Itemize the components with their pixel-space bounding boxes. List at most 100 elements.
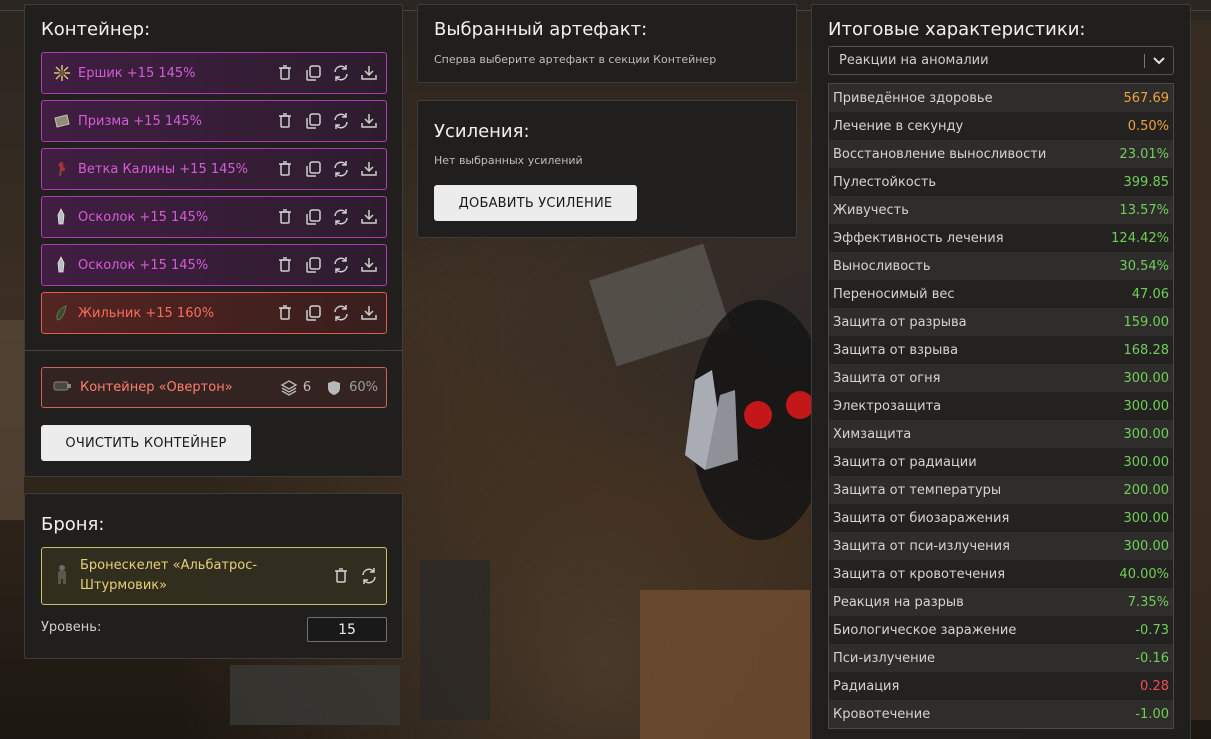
container-panel: Контейнер: Ершик +15 145% Призма +15 145… [24, 4, 403, 477]
swap-icon[interactable] [330, 110, 352, 132]
copy-icon[interactable] [302, 110, 324, 132]
copy-icon[interactable] [302, 206, 324, 228]
stat-row: Химзащита 300.00 [829, 420, 1173, 448]
trash-icon[interactable] [274, 110, 296, 132]
stat-value: 399.85 [1123, 174, 1170, 190]
boosts-empty-text: Нет выбранных усилений [434, 154, 583, 167]
stat-row: Восстановление выносливости 23.01% [829, 140, 1173, 168]
swap-icon[interactable] [330, 302, 352, 324]
stat-label: Пси-излучение [833, 650, 936, 666]
stat-row: Выносливость 30.54% [829, 252, 1173, 280]
swap-icon[interactable] [330, 62, 352, 84]
stat-label: Защита от радиации [833, 454, 977, 470]
stat-value: -0.16 [1135, 650, 1169, 666]
stat-row: Защита от радиации 300.00 [829, 448, 1173, 476]
level-label: Уровень: [41, 620, 102, 635]
stat-row: Защита от разрыва 159.00 [829, 308, 1173, 336]
stat-row: Электрозащита 300.00 [829, 392, 1173, 420]
stat-value: 300.00 [1123, 510, 1170, 526]
stat-label: Биологическое заражение [833, 622, 1017, 638]
container-name: Контейнер «Овертон» [80, 380, 233, 395]
download-icon[interactable] [358, 206, 380, 228]
chevron-down-icon[interactable] [1145, 56, 1173, 65]
trash-icon[interactable] [274, 158, 296, 180]
selected-artifact-hint: Сперва выберите артефакт в секции Контей… [434, 53, 717, 66]
stat-label: Реакция на разрыв [833, 594, 964, 610]
swap-icon[interactable] [358, 565, 380, 587]
download-icon[interactable] [358, 158, 380, 180]
stat-value: 13.57% [1119, 202, 1169, 218]
stat-row: Пси-излучение -0.16 [829, 644, 1173, 672]
artifact-slot[interactable]: Жильник +15 160% [41, 292, 387, 334]
prism-artifact-icon [52, 111, 72, 131]
stat-label: Выносливость [833, 258, 931, 274]
stat-value: 30.54% [1119, 258, 1169, 274]
download-icon[interactable] [358, 302, 380, 324]
container-item[interactable]: Контейнер «Овертон» 6 60% [41, 367, 387, 408]
stat-value: 159.00 [1123, 314, 1170, 330]
copy-icon[interactable] [302, 158, 324, 180]
stat-value: -1.00 [1135, 706, 1169, 722]
trash-icon[interactable] [274, 62, 296, 84]
stat-value: 200.00 [1123, 482, 1170, 498]
stat-row: Лечение в секунду 0.50% [829, 112, 1173, 140]
stat-label: Кровотечение [833, 706, 931, 722]
stat-value: 300.00 [1123, 538, 1170, 554]
stat-value: 168.28 [1123, 342, 1170, 358]
stat-row: Радиация 0.28 [829, 672, 1173, 700]
add-boost-button[interactable]: ДОБАВИТЬ УСИЛЕНИЕ [434, 185, 637, 221]
swap-icon[interactable] [330, 206, 352, 228]
trash-icon[interactable] [274, 206, 296, 228]
stat-label: Восстановление выносливости [833, 146, 1047, 162]
armor-name: Бронескелет «Альбатрос-Штурмовик» [80, 558, 258, 593]
artifact-slot[interactable]: Осколок +15 145% [41, 196, 387, 238]
stat-value: 300.00 [1123, 426, 1170, 442]
trash-icon[interactable] [274, 302, 296, 324]
stat-row: Эффективность лечения 124.42% [829, 224, 1173, 252]
stat-label: Эффективность лечения [833, 230, 1004, 246]
copy-icon[interactable] [302, 302, 324, 324]
container-protection: 60% [349, 380, 378, 395]
swap-icon[interactable] [330, 158, 352, 180]
ershik-artifact-icon [52, 63, 72, 83]
artifact-slot[interactable]: Осколок +15 145% [41, 244, 387, 286]
level-input[interactable]: 15 [307, 617, 387, 642]
download-icon[interactable] [358, 62, 380, 84]
stat-label: Защита от взрыва [833, 342, 959, 358]
download-icon[interactable] [358, 254, 380, 276]
stat-label: Защита от кровотечения [833, 566, 1006, 582]
selected-artifact-title: Выбранный артефакт: [434, 19, 648, 40]
armor-title: Броня: [41, 514, 105, 535]
stat-row: Защита от огня 300.00 [829, 364, 1173, 392]
stat-label: Химзащита [833, 426, 912, 442]
artifact-slot[interactable]: Ветка Калины +15 145% [41, 148, 387, 190]
stats-title: Итоговые характеристики: [828, 19, 1086, 40]
stat-label: Защита от пси-излучения [833, 538, 1010, 554]
download-icon[interactable] [358, 110, 380, 132]
copy-icon[interactable] [302, 62, 324, 84]
armor-item[interactable]: Бронескелет «Альбатрос-Штурмовик» [41, 547, 387, 605]
layers-icon [279, 379, 299, 397]
shield-icon [325, 380, 343, 396]
stat-value: -0.73 [1135, 622, 1169, 638]
swap-icon[interactable] [330, 254, 352, 276]
stats-category-select[interactable]: Реакции на аномалии [828, 46, 1174, 75]
artifact-slot[interactable]: Ершик +15 145% [41, 52, 387, 94]
stat-value: 7.35% [1127, 594, 1169, 610]
stat-value: 567.69 [1123, 90, 1170, 106]
trash-icon[interactable] [274, 254, 296, 276]
selected-artifact-panel: Выбранный артефакт: Сперва выберите арте… [417, 4, 797, 83]
copy-icon[interactable] [302, 254, 324, 276]
artifact-name: Осколок +15 145% [78, 209, 209, 225]
clear-container-button[interactable]: ОЧИСТИТЬ КОНТЕЙНЕР [41, 425, 251, 461]
container-title: Контейнер: [41, 19, 151, 40]
trash-icon[interactable] [330, 565, 352, 587]
stat-row: Защита от взрыва 168.28 [829, 336, 1173, 364]
stat-row: Приведённое здоровье 567.69 [829, 84, 1173, 112]
stat-value: 23.01% [1119, 146, 1169, 162]
artifact-name: Осколок +15 145% [78, 257, 209, 273]
stat-value: 124.42% [1111, 230, 1169, 246]
stat-value: 300.00 [1123, 398, 1170, 414]
artifact-slot[interactable]: Призма +15 145% [41, 100, 387, 142]
artifact-name: Ветка Калины +15 145% [78, 161, 249, 177]
